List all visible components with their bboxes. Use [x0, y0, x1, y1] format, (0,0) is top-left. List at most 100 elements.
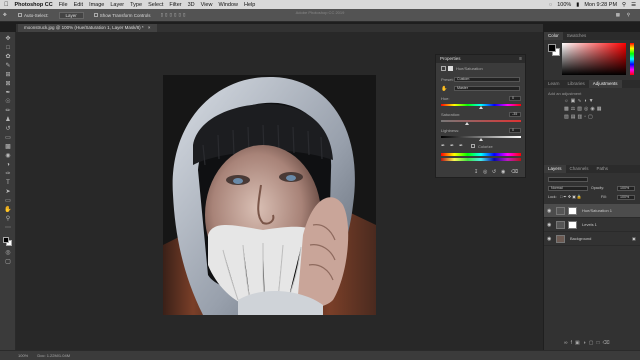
- eyedropper-icon[interactable]: ✒: [441, 143, 445, 149]
- tab-channels[interactable]: Channels: [566, 165, 593, 173]
- color-hue-strip[interactable]: [630, 43, 634, 75]
- eyedropper-tool-icon[interactable]: ✒: [4, 90, 12, 96]
- add-mask-icon[interactable]: ▣: [575, 340, 583, 346]
- layer-name[interactable]: Background: [570, 232, 591, 246]
- reset-icon[interactable]: ↺: [492, 169, 496, 175]
- blend-mode-dropdown[interactable]: Normal: [548, 186, 588, 191]
- close-tab-icon[interactable]: ×: [148, 25, 151, 30]
- more-tools-icon[interactable]: ⋯: [4, 225, 12, 231]
- menu-image[interactable]: Image: [89, 2, 104, 8]
- eraser-tool-icon[interactable]: ▭: [4, 135, 12, 141]
- preset-dropdown[interactable]: Custom: [454, 77, 520, 82]
- search-icon[interactable]: ⚲: [622, 2, 626, 8]
- screen-mode-icon[interactable]: ▢: [4, 259, 12, 265]
- tab-adjustments[interactable]: Adjustments: [588, 80, 622, 88]
- zoom-tool-icon[interactable]: ⚲: [4, 216, 12, 222]
- layer-mask-icon[interactable]: [448, 66, 453, 71]
- mask-thumbnail[interactable]: [568, 207, 577, 215]
- lightness-slider-handle[interactable]: [479, 138, 483, 141]
- brightness-contrast-icon[interactable]: ☼: [564, 98, 571, 104]
- dodge-tool-icon[interactable]: ◑: [4, 162, 12, 168]
- foreground-color-swatch[interactable]: [3, 237, 9, 243]
- document-image[interactable]: [163, 75, 376, 315]
- layer-filter-dropdown[interactable]: [548, 177, 588, 182]
- type-tool-icon[interactable]: T: [4, 180, 12, 186]
- document-tab[interactable]: moonstruck.jpg @ 100% (Hue/Saturation 1,…: [18, 24, 157, 32]
- view-previous-icon[interactable]: ◎: [483, 169, 487, 175]
- clock[interactable]: Mon 9:28 PM: [584, 2, 617, 8]
- invert-icon[interactable]: ▨: [564, 114, 571, 120]
- vibrance-icon[interactable]: ▼: [589, 98, 596, 104]
- menu-filter[interactable]: Filter: [169, 2, 181, 8]
- selective-color-icon[interactable]: ▢: [588, 114, 595, 120]
- hue-saturation-icon[interactable]: ▩: [564, 106, 571, 112]
- blur-tool-icon[interactable]: ◉: [4, 153, 12, 159]
- apple-icon[interactable]: : [4, 2, 9, 8]
- menu-window[interactable]: Window: [218, 2, 238, 8]
- pen-tool-icon[interactable]: ✑: [4, 171, 12, 177]
- path-selection-tool-icon[interactable]: ➤: [4, 189, 12, 195]
- control-center-icon[interactable]: ☰: [631, 2, 636, 8]
- brush-tool-icon[interactable]: ✏: [4, 108, 12, 114]
- app-menu[interactable]: Photoshop CC: [15, 2, 53, 8]
- black-white-icon[interactable]: ▧: [577, 106, 584, 112]
- history-brush-tool-icon[interactable]: ↺: [4, 126, 12, 132]
- hue-slider-handle[interactable]: [479, 106, 483, 109]
- lasso-tool-icon[interactable]: ✿: [4, 54, 12, 60]
- hand-tool-icon[interactable]: ✋: [4, 207, 12, 213]
- tab-swatches[interactable]: Swatches: [563, 32, 591, 40]
- fill-field[interactable]: 100%: [617, 195, 635, 200]
- eyedropper-plus-icon[interactable]: ✒: [450, 143, 454, 149]
- link-layers-icon[interactable]: ∞: [564, 340, 571, 346]
- eye-icon[interactable]: ◉: [547, 218, 551, 232]
- gradient-tool-icon[interactable]: ▩: [4, 144, 12, 150]
- menu-select[interactable]: Select: [148, 2, 163, 8]
- document-info[interactable]: Doc: 1.22M/1.04M: [37, 353, 70, 358]
- menu-layer[interactable]: Layer: [110, 2, 124, 8]
- color-picker-field[interactable]: [562, 43, 626, 75]
- tab-paths[interactable]: Paths: [593, 165, 613, 173]
- saturation-value-field[interactable]: -35: [509, 112, 521, 117]
- menu-type[interactable]: Type: [130, 2, 142, 8]
- saturation-slider-track[interactable]: [441, 120, 521, 122]
- clone-stamp-tool-icon[interactable]: ♟: [4, 117, 12, 123]
- frame-tool-icon[interactable]: ⊠: [4, 81, 12, 87]
- zoom-level[interactable]: 100%: [18, 353, 28, 358]
- menu-edit[interactable]: Edit: [74, 2, 83, 8]
- layer-row[interactable]: ◉ Levels 1: [544, 218, 640, 232]
- properties-tab[interactable]: Properties: [436, 55, 525, 63]
- eye-icon[interactable]: ◉: [547, 232, 551, 246]
- menu-3d[interactable]: 3D: [188, 2, 195, 8]
- hue-value-field[interactable]: 0: [509, 96, 521, 101]
- menu-file[interactable]: File: [59, 2, 68, 8]
- eye-icon[interactable]: ◉: [547, 204, 551, 218]
- layer-row[interactable]: ◉ Background ▣: [544, 232, 640, 246]
- panel-menu-icon[interactable]: ≡: [519, 56, 522, 62]
- trash-icon[interactable]: ⌫: [511, 169, 518, 175]
- delete-layer-icon[interactable]: ⌫: [603, 340, 613, 346]
- visibility-icon[interactable]: ◉: [501, 169, 505, 175]
- crop-tool-icon[interactable]: ⊞: [4, 72, 12, 78]
- marquee-tool-icon[interactable]: □: [4, 45, 12, 51]
- wifi-icon[interactable]: ◌: [549, 2, 552, 8]
- foreground-swatch[interactable]: [548, 44, 556, 52]
- layer-name[interactable]: Hue/Saturation 1: [582, 204, 612, 218]
- menu-help[interactable]: Help: [244, 2, 255, 8]
- channel-dropdown[interactable]: Master: [454, 86, 520, 91]
- quick-select-tool-icon[interactable]: ✎: [4, 63, 12, 69]
- shape-tool-icon[interactable]: ▭: [4, 198, 12, 204]
- clip-to-layer-icon[interactable]: ↧: [474, 169, 478, 175]
- layer-row[interactable]: ◉ Hue/Saturation 1: [544, 204, 640, 218]
- eyedropper-minus-icon[interactable]: ✒: [459, 143, 463, 149]
- quick-mask-icon[interactable]: ◎: [4, 250, 12, 256]
- battery-percent[interactable]: 100%: [557, 2, 571, 8]
- tab-layers[interactable]: Layers: [544, 165, 566, 173]
- menu-view[interactable]: View: [201, 2, 213, 8]
- move-tool-icon[interactable]: ✥: [4, 36, 12, 42]
- lock-icons[interactable]: □✒✥▣🔒: [560, 194, 583, 199]
- opacity-field[interactable]: 100%: [617, 186, 635, 191]
- tab-learn[interactable]: Learn: [544, 80, 564, 88]
- lightness-value-field[interactable]: 0: [509, 128, 521, 133]
- tab-color[interactable]: Color: [544, 32, 563, 40]
- colorize-checkbox[interactable]: [471, 144, 475, 148]
